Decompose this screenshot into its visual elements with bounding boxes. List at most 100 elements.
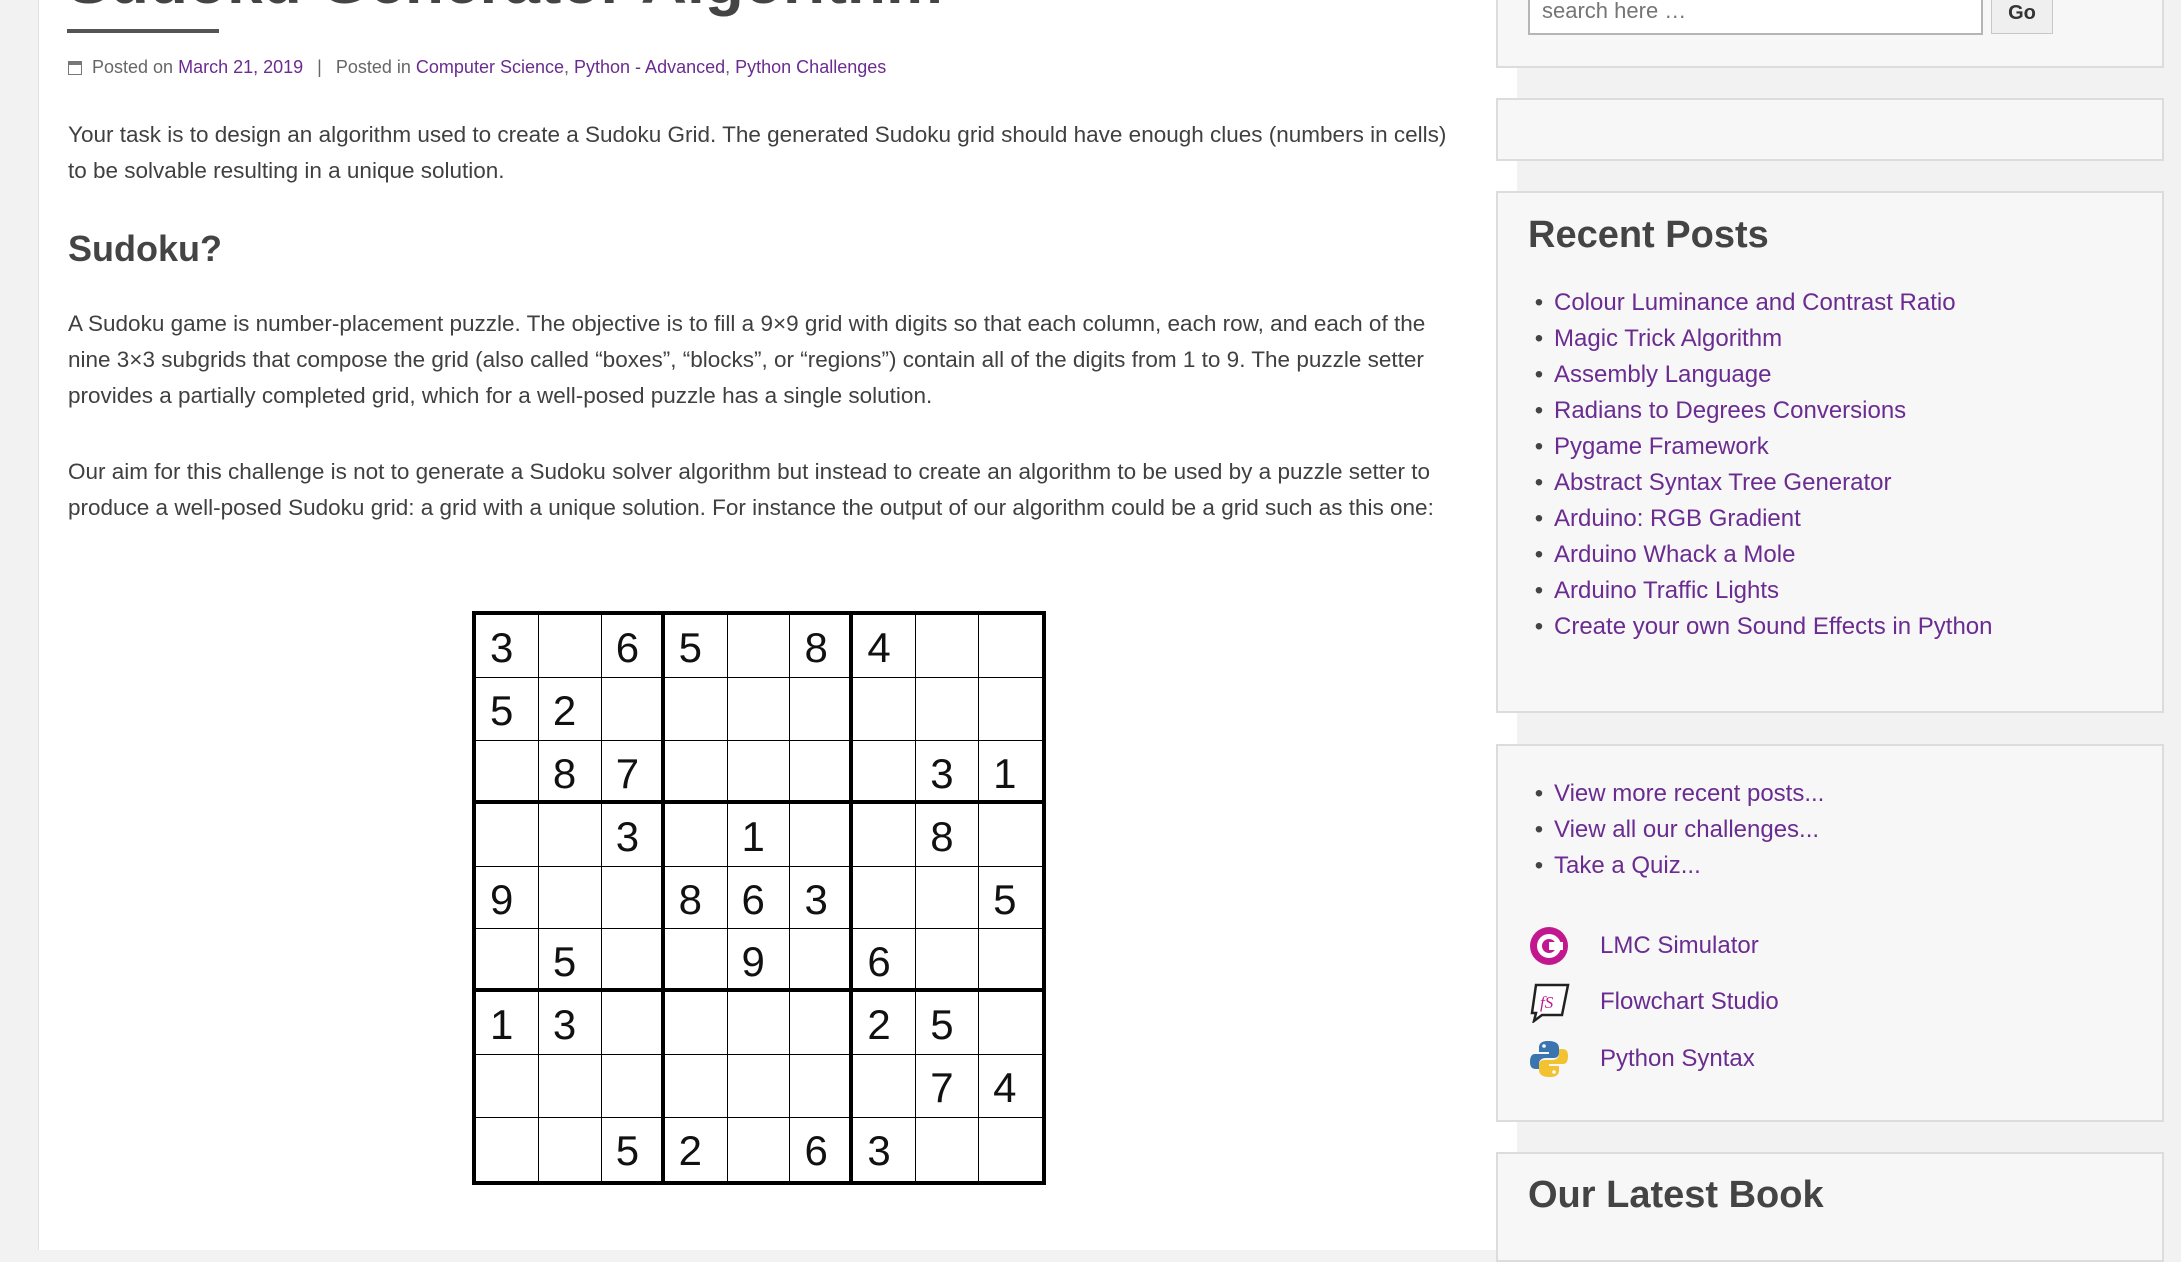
recent-post-link[interactable]: Arduino: RGB Gradient	[1528, 501, 1992, 537]
recent-post-link[interactable]: Create your own Sound Effects in Python	[1528, 609, 1992, 645]
sudoku-cell	[727, 615, 791, 678]
python-syntax-link[interactable]: Python Syntax	[1528, 1038, 1755, 1080]
sudoku-cell: 6	[601, 615, 665, 678]
search-go-button[interactable]: Go	[1991, 0, 2053, 34]
sudoku-cell	[790, 929, 854, 993]
recent-post-link[interactable]: Pygame Framework	[1528, 429, 1992, 465]
sudoku-cell: 2	[665, 1118, 728, 1181]
post-date-link[interactable]: March 21, 2019	[178, 57, 303, 78]
sudoku-cell	[853, 803, 917, 867]
view-challenges-link[interactable]: View all our challenges...	[1528, 812, 1824, 848]
recent-post-link[interactable]: Colour Luminance and Contrast Ratio	[1528, 285, 1992, 321]
section-heading: Sudoku?	[68, 228, 222, 269]
book-widget-title: Our Latest Book	[1528, 1174, 1824, 1216]
recent-post-link[interactable]: Assembly Language	[1528, 357, 1992, 393]
svg-text:fS: fS	[1540, 993, 1554, 1012]
more-links-list: View more recent posts... View all our c…	[1528, 776, 1824, 884]
sudoku-cell: 8	[538, 740, 602, 804]
tool-label: LMC Simulator	[1600, 932, 1759, 959]
sudoku-cell: 8	[790, 615, 854, 678]
recent-post-link[interactable]: Arduino Traffic Lights	[1528, 573, 1992, 609]
sudoku-cell	[916, 615, 980, 678]
sudoku-cell: 3	[538, 992, 602, 1056]
lmc-simulator-link[interactable]: LMC Simulator	[1528, 925, 1759, 967]
sudoku-cell: 9	[476, 866, 539, 930]
posted-in-label: Posted in	[335, 57, 411, 77]
sudoku-cell	[916, 1118, 980, 1181]
sudoku-cell: 5	[979, 867, 1042, 930]
sudoku-cell	[727, 992, 791, 1056]
sudoku-cell: 2	[853, 992, 917, 1056]
sudoku-cell	[979, 678, 1042, 741]
recent-post-link[interactable]: Magic Trick Algorithm	[1528, 321, 1992, 357]
sudoku-cell: 1	[727, 803, 791, 867]
sudoku-cell	[790, 992, 854, 1056]
sudoku-cell	[476, 1118, 539, 1181]
sudoku-cell	[790, 1055, 854, 1119]
sudoku-cell: 6	[853, 929, 917, 993]
sudoku-cell: 7	[601, 740, 665, 804]
sudoku-cell: 2	[538, 677, 602, 741]
sudoku-cell: 8	[916, 803, 980, 867]
sudoku-cell: 5	[664, 615, 728, 678]
sudoku-cell	[476, 929, 539, 993]
sudoku-cell	[538, 803, 602, 867]
sudoku-cell	[601, 1055, 665, 1119]
empty-widget	[1496, 98, 2164, 161]
sudoku-cell	[790, 677, 854, 741]
sudoku-cell: 6	[790, 1118, 854, 1181]
take-quiz-link[interactable]: Take a Quiz...	[1528, 848, 1824, 884]
category-link[interactable]: Python - Advanced	[574, 57, 725, 78]
sudoku-cell	[664, 1055, 728, 1119]
sudoku-description: A Sudoku game is number-placement puzzle…	[68, 311, 1426, 408]
sudoku-cell: 9	[727, 929, 791, 993]
sudoku-cell	[916, 929, 980, 993]
recent-post-link[interactable]: Arduino Whack a Mole	[1528, 537, 1992, 573]
sudoku-cell: 1	[979, 741, 1042, 804]
recent-post-link[interactable]: Abstract Syntax Tree Generator	[1528, 465, 1992, 501]
sudoku-cell	[727, 677, 791, 741]
sudoku-grid: 36584528731318986355961325745263	[472, 611, 1046, 1185]
sudoku-cell	[853, 1055, 917, 1119]
sudoku-cell	[916, 677, 980, 741]
sudoku-cell	[664, 677, 728, 741]
recent-posts-title: Recent Posts	[1528, 214, 1769, 256]
sudoku-cell: 6	[727, 866, 791, 930]
title-underline	[67, 29, 219, 33]
sudoku-cell: 3	[476, 615, 539, 678]
sudoku-cell	[601, 866, 665, 930]
lmc-icon	[1528, 925, 1570, 967]
sudoku-cell	[601, 992, 665, 1056]
sudoku-cell: 1	[476, 992, 539, 1056]
sudoku-cell	[476, 1055, 539, 1119]
sudoku-cell: 5	[476, 677, 539, 741]
flowchart-studio-link[interactable]: fS Flowchart Studio	[1528, 981, 1779, 1023]
sudoku-cell	[979, 1118, 1042, 1181]
sudoku-cell	[853, 740, 917, 804]
sudoku-cell	[979, 615, 1042, 678]
calendar-icon	[68, 60, 82, 75]
sudoku-cell	[538, 1055, 602, 1119]
sudoku-cell: 8	[664, 866, 728, 930]
search-input[interactable]	[1528, 0, 1983, 35]
category-link[interactable]: Python Challenges	[735, 57, 886, 78]
category-link[interactable]: Computer Science	[416, 57, 564, 78]
sudoku-cell: 4	[853, 615, 917, 678]
post-meta: Posted on March 21, 2019 | Posted in Com…	[68, 57, 886, 78]
tool-label: Flowchart Studio	[1600, 988, 1779, 1015]
view-recent-posts-link[interactable]: View more recent posts...	[1528, 776, 1824, 812]
aim-paragraph: Our aim for this challenge is not to gen…	[68, 459, 1434, 520]
sudoku-cell: 3	[601, 803, 665, 867]
sudoku-cell	[476, 740, 539, 804]
sudoku-cell	[539, 1118, 602, 1181]
post-title: Sudoku Generator Algorithm	[67, 0, 943, 18]
sudoku-cell: 5	[916, 992, 980, 1056]
sudoku-cell	[476, 803, 539, 867]
sudoku-cell	[727, 1055, 791, 1119]
sudoku-cell: 3	[916, 740, 980, 804]
recent-posts-list: Colour Luminance and Contrast Ratio Magi…	[1528, 285, 1992, 645]
sudoku-cell: 3	[790, 866, 854, 930]
sudoku-cell	[853, 866, 917, 930]
recent-post-link[interactable]: Radians to Degrees Conversions	[1528, 393, 1992, 429]
sudoku-cell: 7	[916, 1055, 980, 1119]
